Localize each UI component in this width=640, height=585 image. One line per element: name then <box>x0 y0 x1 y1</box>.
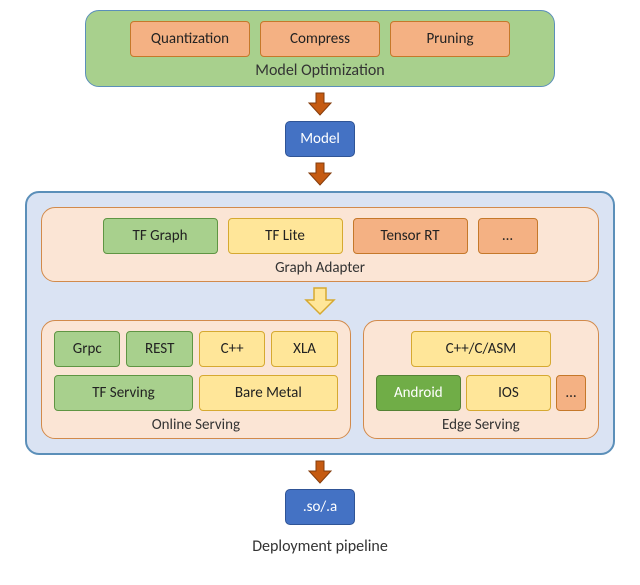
opt-quantization: Quantization <box>130 21 250 57</box>
serving-row: Grpc REST C++ XLA TF Serving Bare Metal … <box>41 320 599 439</box>
edge-lang-row: C++/C/ASM <box>376 331 586 367</box>
edge-platforms-row: Android IOS ... <box>376 375 586 411</box>
graph-adapter-container: TF Graph TF Lite Tensor RT ... Graph Ada… <box>41 207 599 282</box>
online-rest: REST <box>126 331 192 367</box>
optimization-row: Quantization Compress Pruning <box>100 21 540 57</box>
adapter-label: Graph Adapter <box>54 259 586 277</box>
adapter-tfgraph: TF Graph <box>103 218 218 254</box>
edge-label: Edge Serving <box>376 416 586 434</box>
online-cpp: C++ <box>199 331 265 367</box>
model-box: Model <box>285 121 355 157</box>
edge-ios: IOS <box>466 375 551 411</box>
output-row: .so/.a <box>20 489 620 525</box>
edge-serving-container: C++/C/ASM Android IOS ... Edge Serving <box>363 320 599 439</box>
arrow-down-icon <box>302 286 338 316</box>
edge-lang: C++/C/ASM <box>411 331 551 367</box>
arrow-adapter-to-serving <box>41 286 599 316</box>
arrow-opt-to-model <box>20 91 620 117</box>
arrow-model-to-pipeline <box>20 161 620 187</box>
pipeline-stage: TF Graph TF Lite Tensor RT ... Graph Ada… <box>25 191 615 455</box>
online-backends-row: TF Serving Bare Metal <box>54 375 338 411</box>
arrow-down-icon <box>305 161 335 187</box>
adapter-more: ... <box>478 218 538 254</box>
arrow-down-icon <box>305 459 335 485</box>
online-label: Online Serving <box>54 416 338 434</box>
online-protocols-row: Grpc REST C++ XLA <box>54 331 338 367</box>
diagram-caption: Deployment pipeline <box>20 537 620 556</box>
adapter-row: TF Graph TF Lite Tensor RT ... <box>54 218 586 254</box>
online-serving-container: Grpc REST C++ XLA TF Serving Bare Metal … <box>41 320 351 439</box>
arrow-down-icon <box>305 91 335 117</box>
model-row: Model <box>20 121 620 157</box>
online-tfserving: TF Serving <box>54 375 193 411</box>
online-grpc: Grpc <box>54 331 120 367</box>
online-xla: XLA <box>271 331 337 367</box>
adapter-tflite: TF Lite <box>228 218 343 254</box>
online-baremetal: Bare Metal <box>199 375 338 411</box>
model-optimization-stage: Quantization Compress Pruning Model Opti… <box>85 10 555 87</box>
optimization-label: Model Optimization <box>100 61 540 80</box>
opt-compress: Compress <box>260 21 380 57</box>
output-box: .so/.a <box>285 489 355 525</box>
adapter-tensorrt: Tensor RT <box>353 218 468 254</box>
edge-more: ... <box>556 375 586 411</box>
opt-pruning: Pruning <box>390 21 510 57</box>
arrow-pipeline-to-output <box>20 459 620 485</box>
edge-android: Android <box>376 375 461 411</box>
